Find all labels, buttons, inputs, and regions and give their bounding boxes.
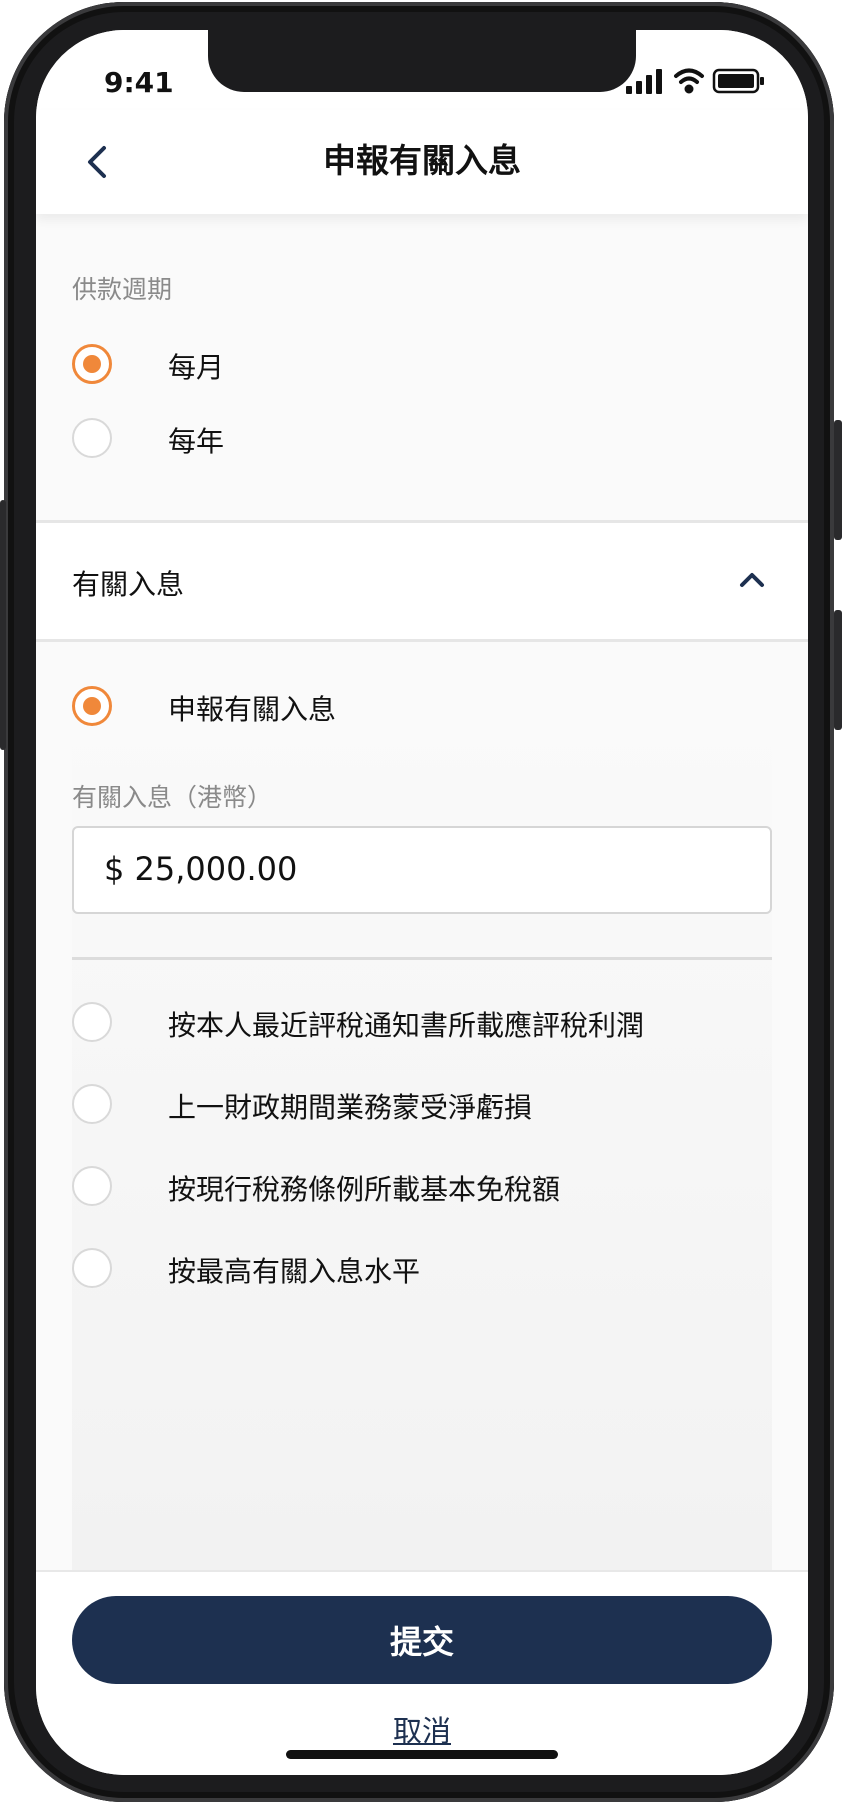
status-time: 9:41	[104, 66, 174, 99]
radio-unselected-icon[interactable]	[72, 418, 112, 458]
contribution-period-label: 供款週期	[72, 275, 173, 304]
relevant-income-panel	[72, 688, 772, 1573]
radio-selected-icon[interactable]	[72, 686, 112, 726]
radio-selected-icon[interactable]	[72, 344, 112, 384]
radio-label: 申報有關入息	[168, 693, 337, 726]
radio-option-monthly[interactable]: 每月	[72, 344, 792, 388]
chevron-up-icon[interactable]	[738, 567, 766, 591]
wifi-icon	[674, 68, 704, 94]
battery-icon	[712, 68, 764, 94]
radio-option-max-income[interactable]: 按最高有關入息水平	[72, 1248, 792, 1292]
radio-option-assessable-profit[interactable]: 按本人最近評稅通知書所載應評稅利潤	[72, 1002, 792, 1046]
radio-label: 按最高有關入息水平	[168, 1255, 421, 1288]
divider	[36, 639, 808, 642]
relevant-income-header[interactable]: 有關入息	[36, 523, 808, 639]
contribution-period-section: 供款週期 每月 每年	[36, 214, 808, 520]
amount-label: 有關入息（港幣）	[72, 783, 273, 812]
radio-option-declare[interactable]: 申報有關入息	[72, 686, 792, 730]
radio-option-net-loss[interactable]: 上一財政期間業務蒙受淨虧損	[72, 1084, 792, 1128]
side-button-power	[834, 420, 842, 540]
submit-button[interactable]: 提交	[72, 1596, 772, 1684]
radio-label: 按現行稅務條例所載基本免稅額	[168, 1173, 561, 1206]
device-frame: 9:41 申報有關入息 供款週期 每月 每年 有關入息 申報有關入息 有關入息（…	[0, 0, 843, 1809]
radio-label: 每年	[168, 425, 225, 458]
section-title: 有關入息	[72, 568, 185, 601]
radio-unselected-icon[interactable]	[72, 1248, 112, 1288]
cancel-link[interactable]: 取消	[36, 1708, 808, 1750]
radio-unselected-icon[interactable]	[72, 1166, 112, 1206]
radio-option-basic-allowance[interactable]: 按現行稅務條例所載基本免稅額	[72, 1166, 792, 1210]
footer-actions: 提交 取消	[36, 1570, 808, 1775]
radio-label: 按本人最近評稅通知書所載應評稅利潤	[168, 1009, 645, 1042]
radio-option-yearly[interactable]: 每年	[72, 418, 792, 462]
side-button-volume	[0, 500, 6, 750]
radio-label: 每月	[168, 351, 225, 384]
screen: 9:41 申報有關入息 供款週期 每月 每年 有關入息 申報有關入息 有關入息（…	[36, 30, 808, 1775]
radio-unselected-icon[interactable]	[72, 1002, 112, 1042]
side-button-lock	[834, 610, 842, 730]
home-indicator	[286, 1750, 558, 1759]
divider	[72, 957, 772, 960]
amount-input[interactable]: $ 25,000.00	[72, 826, 772, 914]
page-title: 申報有關入息	[323, 141, 521, 180]
notch	[208, 30, 636, 92]
radio-label: 上一財政期間業務蒙受淨虧損	[168, 1091, 533, 1124]
nav-bar: 申報有關入息	[36, 110, 808, 214]
status-icons	[626, 68, 764, 94]
amount-value[interactable]: $ 25,000.00	[104, 850, 297, 888]
radio-unselected-icon[interactable]	[72, 1084, 112, 1124]
